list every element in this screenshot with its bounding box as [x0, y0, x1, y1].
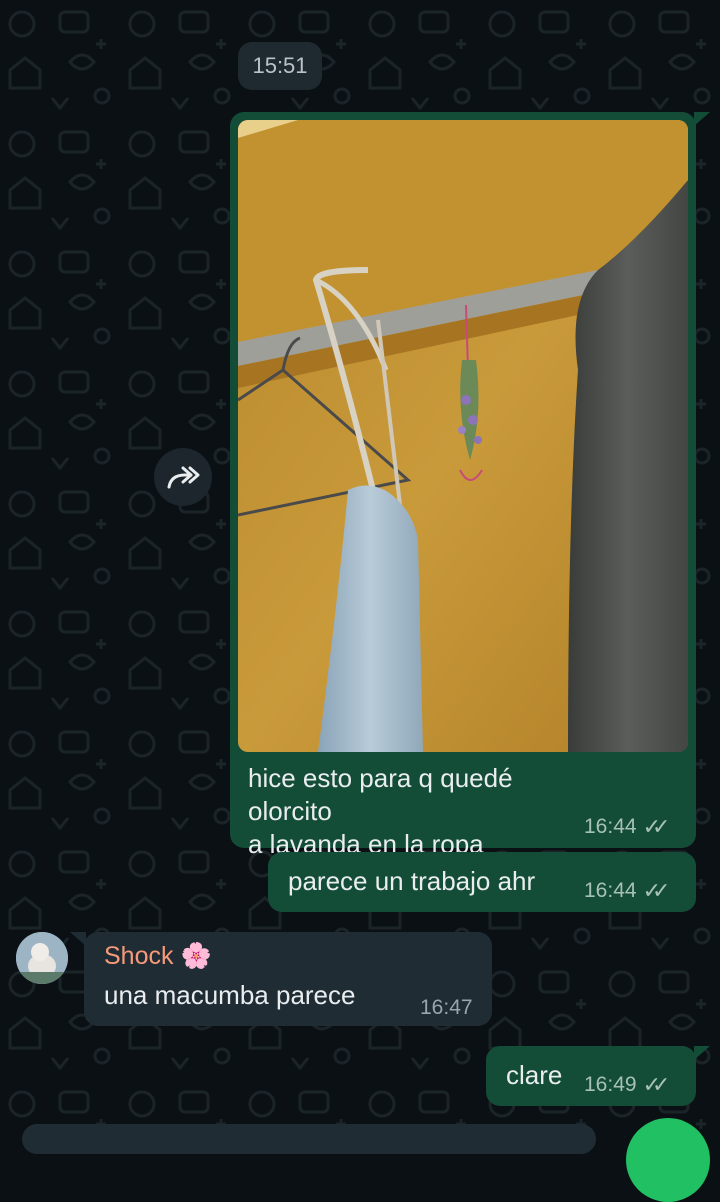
- sender-avatar[interactable]: [16, 932, 68, 984]
- image-message-bubble[interactable]: hice esto para q quedé olorcito a lavand…: [230, 112, 710, 859]
- incoming-message-bubble[interactable]: Shock 🌸 una macumba parece 16:47: [70, 932, 492, 1026]
- message-time: 16:49: [584, 1073, 637, 1096]
- double-check-icon: ✓✓: [642, 1072, 671, 1097]
- message-bubble[interactable]: parece un trabajo ahr 16:44 ✓✓: [268, 852, 696, 912]
- date-chip: 15:51: [238, 42, 322, 90]
- message-meta: 16:49 ✓✓: [584, 1072, 671, 1098]
- avatar-image: [16, 932, 68, 984]
- double-check-icon: ✓✓: [642, 878, 671, 903]
- message-input-bar[interactable]: [22, 1124, 596, 1154]
- message-meta: 16:44 ✓✓: [584, 878, 671, 904]
- sender-emoji: 🌸: [180, 942, 212, 970]
- sender-name[interactable]: Shock 🌸: [104, 942, 212, 971]
- image-caption: hice esto para q quedé olorcito a lavand…: [248, 762, 598, 861]
- message-meta: 16:47: [420, 996, 473, 1020]
- message-time: 16:44: [584, 815, 637, 838]
- message-text: una macumba parece: [104, 980, 356, 1010]
- message-text: clare: [506, 1060, 563, 1090]
- bubble-tail: [694, 1046, 710, 1060]
- message-bubble[interactable]: clare 16:49 ✓✓: [486, 1046, 710, 1106]
- bubble-tail: [694, 112, 710, 126]
- message-time: 16:44: [584, 879, 637, 902]
- message-photo[interactable]: [238, 120, 688, 752]
- forward-button[interactable]: [154, 448, 212, 506]
- message-meta: 16:44 ✓✓: [584, 814, 671, 840]
- photo-closet-lavender: [238, 120, 688, 752]
- send-button[interactable]: [626, 1118, 710, 1202]
- forward-icon: [167, 466, 200, 489]
- caption-line-1: hice esto para q quedé olorcito: [248, 763, 513, 826]
- message-time: 16:47: [420, 996, 473, 1019]
- date-chip-label: 15:51: [252, 53, 308, 78]
- bubble-tail: [70, 932, 86, 946]
- double-check-icon: ✓✓: [642, 814, 671, 839]
- message-text: parece un trabajo ahr: [288, 866, 536, 896]
